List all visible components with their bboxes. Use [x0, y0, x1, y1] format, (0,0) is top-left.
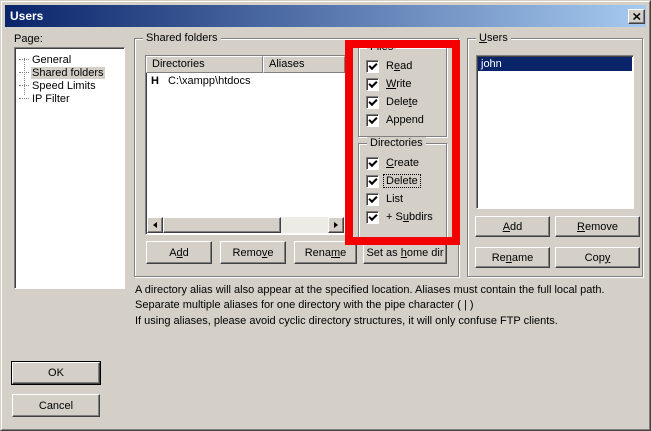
close-button[interactable] [628, 9, 645, 24]
checkbox-checked-icon [366, 175, 379, 188]
files-permissions-group: Files Read Write Delete Append [358, 47, 447, 137]
checkbox-checked-icon [366, 193, 379, 206]
shared-add-button[interactable]: Add [146, 241, 212, 264]
files-append-checkbox[interactable]: Append [359, 111, 446, 129]
page-item-shared-folders[interactable]: Shared folders [15, 66, 124, 79]
page-list: General Shared folders Speed Limits IP F… [14, 47, 125, 289]
user-row-john[interactable]: john [478, 57, 632, 71]
page-item-ip-filter[interactable]: IP Filter [15, 92, 124, 105]
shared-folders-group-label: Shared folders [143, 32, 221, 44]
titlebar: Users [5, 5, 646, 27]
dirs-subdirs-checkbox[interactable]: + Subdirs [359, 208, 446, 226]
home-dir-marker: H [151, 75, 159, 87]
files-group-label: Files [367, 41, 396, 53]
shared-rename-button[interactable]: Rename [294, 241, 357, 264]
users-list[interactable]: john [476, 55, 634, 209]
files-delete-checkbox[interactable]: Delete [359, 93, 446, 111]
directories-group-label: Directories [367, 137, 426, 149]
user-add-button[interactable]: Add [475, 216, 550, 237]
tree-branch-icon [19, 59, 29, 60]
files-write-checkbox[interactable]: Write [359, 75, 446, 93]
alias-note: A directory alias will also appear at th… [135, 283, 643, 313]
ok-button[interactable]: OK [12, 362, 100, 384]
column-header-aliases[interactable]: Aliases [263, 56, 345, 73]
column-header-directories[interactable]: Directories [146, 56, 263, 73]
close-icon [633, 13, 641, 20]
checkbox-checked-icon [366, 211, 379, 224]
page-label: Page: [14, 33, 43, 45]
listview-body: H C:\xampp\htdocs [146, 73, 345, 217]
directories-listview[interactable]: Directories Aliases H C:\xampp\htdocs [145, 55, 346, 235]
cyclic-note: If using aliases, please avoid cyclic di… [135, 314, 643, 329]
tree-branch-icon [19, 72, 29, 73]
checkbox-checked-icon [366, 60, 379, 73]
scrollbar-track[interactable] [163, 217, 328, 233]
directories-permissions-group: Directories Create Delete List + Subdirs [358, 143, 447, 239]
focused-label: Delete [384, 175, 420, 187]
checkbox-checked-icon [366, 78, 379, 91]
dirs-create-checkbox[interactable]: Create [359, 154, 446, 172]
dirs-delete-checkbox[interactable]: Delete [359, 172, 446, 190]
scrollbar-thumb[interactable] [163, 217, 281, 233]
user-remove-button[interactable]: Remove [555, 216, 640, 237]
listview-header: Directories Aliases [146, 56, 345, 73]
scroll-left-button[interactable] [147, 217, 163, 233]
set-as-home-dir-button[interactable]: Set as home dir [363, 241, 447, 264]
window-title: Users [10, 9, 43, 23]
cancel-button[interactable]: Cancel [12, 394, 100, 417]
tree-branch-icon [19, 85, 29, 86]
scroll-right-button[interactable] [328, 217, 344, 233]
arrow-left-icon [153, 222, 157, 228]
directory-row[interactable]: H C:\xampp\htdocs [146, 73, 345, 89]
dialog-body: Users Page: General Shared folders Speed… [1, 1, 650, 430]
users-dialog: Users Page: General Shared folders Speed… [0, 0, 651, 431]
checkbox-checked-icon [366, 157, 379, 170]
arrow-right-icon [334, 222, 338, 228]
horizontal-scrollbar[interactable] [147, 217, 344, 233]
directory-path: C:\xampp\htdocs [168, 75, 251, 87]
shared-remove-button[interactable]: Remove [220, 241, 286, 264]
page-item-speed-limits[interactable]: Speed Limits [15, 79, 124, 92]
dirs-list-checkbox[interactable]: List [359, 190, 446, 208]
files-read-checkbox[interactable]: Read [359, 57, 446, 75]
users-group-label: Users [476, 32, 511, 44]
user-rename-button[interactable]: Rename [475, 247, 550, 268]
checkbox-checked-icon [366, 114, 379, 127]
page-item-general[interactable]: General [15, 53, 124, 66]
checkbox-checked-icon [366, 96, 379, 109]
user-copy-button[interactable]: Copy [555, 247, 640, 268]
tree-branch-icon [19, 98, 29, 99]
